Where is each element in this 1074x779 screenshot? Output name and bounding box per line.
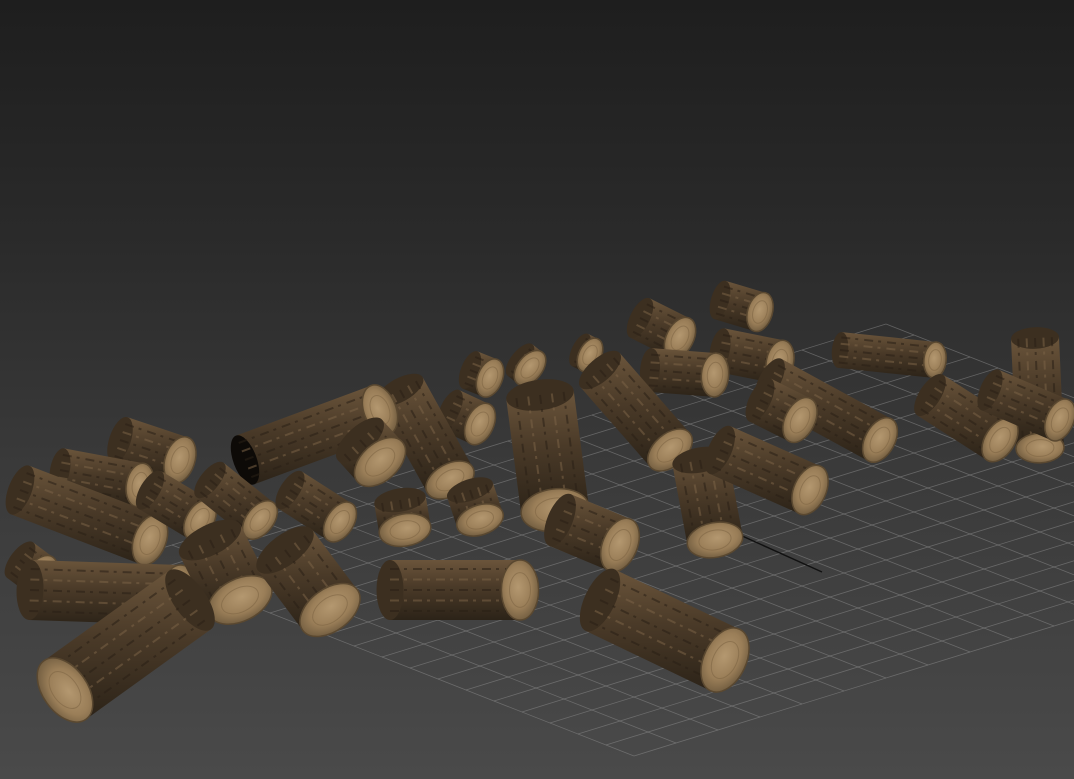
log-cut-face: [500, 559, 540, 621]
viewport-scene[interactable]: [0, 0, 1074, 779]
log: [709, 280, 774, 333]
log-bark: [390, 560, 520, 620]
log: [831, 332, 948, 379]
log: [256, 526, 361, 638]
log: [579, 568, 750, 693]
log: [376, 559, 540, 621]
log-pile: [4, 280, 1074, 723]
log: [374, 487, 432, 548]
3d-viewport[interactable]: [0, 0, 1074, 779]
